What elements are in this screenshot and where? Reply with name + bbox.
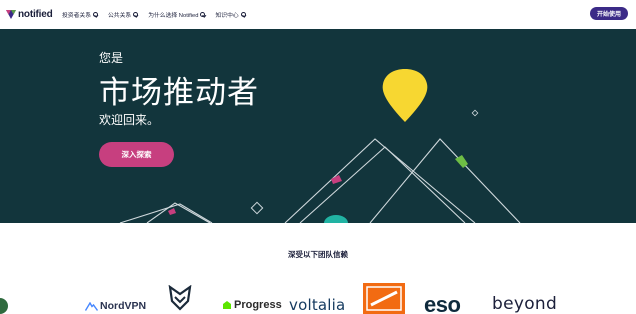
diamond-outline-shape [471, 109, 479, 117]
fox-logo [168, 285, 192, 311]
hero-section: 您是 市场推动者 欢迎回来。 深入探索 [0, 29, 636, 223]
progress-logo: Progress [222, 299, 282, 311]
nordvpn-logo: NordVPN [85, 300, 146, 312]
hero-illustration [119, 69, 521, 223]
nav-item-investor-relations[interactable]: 投资者关系 [62, 10, 98, 19]
nav-item-why-notified[interactable]: 为什么选择 Notified [148, 10, 206, 19]
nordvpn-logo-text: NordVPN [100, 300, 147, 312]
notified-logo-icon [6, 10, 16, 19]
nav-item-knowledge-center[interactable]: 知识中心 [215, 10, 246, 19]
beyond-logo: beyond [492, 294, 558, 314]
eso-logo: eso [424, 292, 461, 314]
chevron-down-icon [93, 12, 98, 17]
mountain-line [299, 146, 466, 223]
progress-leaf-icon [223, 301, 231, 309]
progress-logo-text: Progress [234, 299, 282, 311]
nav-item-label: 为什么选择 Notified [148, 13, 199, 19]
trusted-by-title: 深受以下团队信赖 [288, 250, 348, 259]
explore-button[interactable]: 深入探索 [99, 142, 174, 167]
voltalia-logo: voltalia [289, 296, 346, 314]
hero-eyebrow: 您是 [99, 51, 124, 65]
chevron-down-icon [133, 12, 139, 17]
chevron-down-icon [200, 12, 206, 17]
logo-text: notified [18, 8, 53, 20]
notified-logo[interactable]: notified [5, 5, 53, 23]
teal-half-circle-shape [324, 215, 348, 223]
pink-leaf-shape [331, 175, 342, 184]
home-depot-logo [363, 283, 405, 314]
nav-item-public-relations[interactable]: 公共关系 [108, 10, 139, 19]
get-started-button[interactable]: 开始使用 [590, 7, 628, 20]
chevron-down-icon [240, 12, 246, 17]
chat-widget-icon[interactable] [0, 298, 8, 314]
mountain-line [146, 202, 211, 223]
diamond-outline-shape [250, 201, 264, 215]
main-nav: 投资者关系 公共关系 为什么选择 Notified 知识中心 [62, 10, 246, 19]
mountain-line [369, 138, 521, 223]
trusted-by-section: 深受以下团队信赖 NordVPN Progress voltalia eso b… [0, 223, 636, 314]
yellow-balloon-shape [382, 69, 428, 122]
hero-subtitle: 欢迎回来。 [99, 113, 160, 127]
nav-item-label: 知识中心 [215, 13, 239, 19]
nordvpn-mountain-icon [85, 301, 98, 311]
hero-title: 市场推动者 [99, 75, 259, 110]
top-header: notified 投资者关系 公共关系 为什么选择 Notified 知识中心 … [0, 0, 636, 29]
nav-item-label: 公共关系 [108, 13, 132, 19]
pink-leaf-shape [168, 208, 176, 215]
nav-item-label: 投资者关系 [62, 13, 91, 19]
mountain-line [119, 203, 213, 223]
